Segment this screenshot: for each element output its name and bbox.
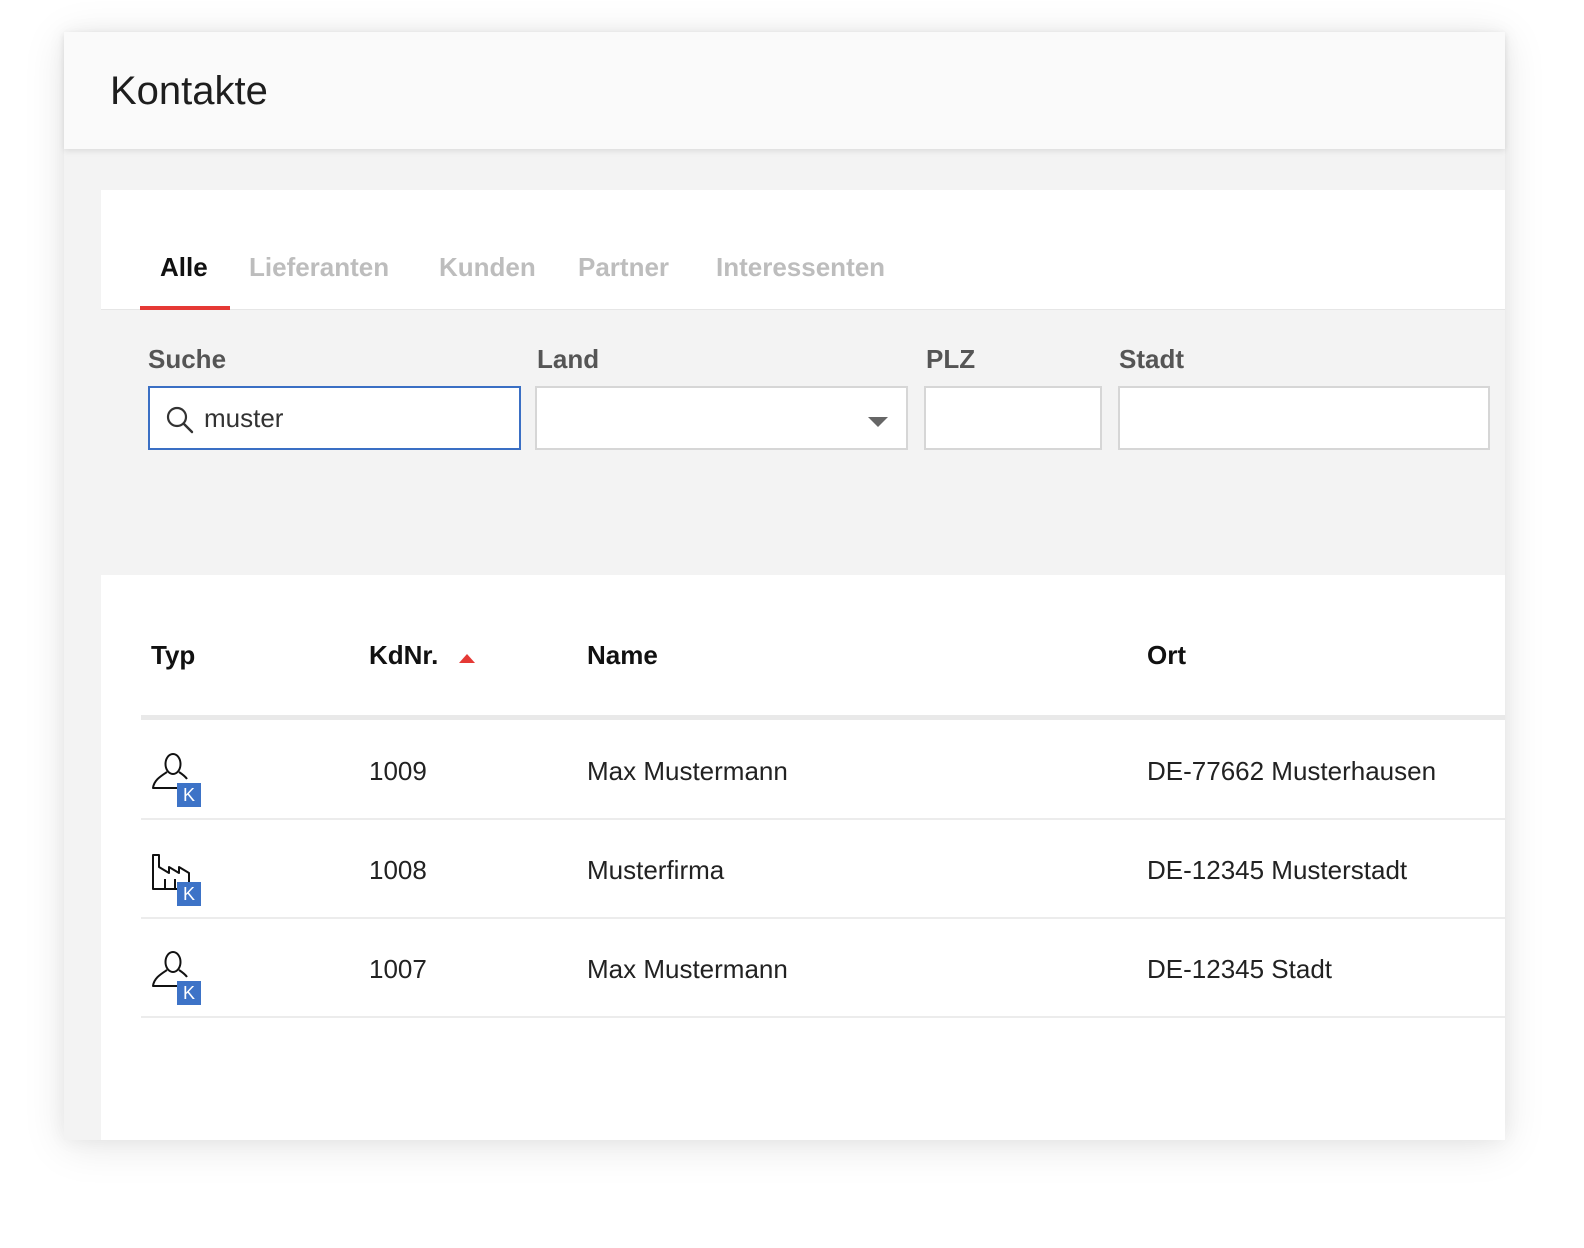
- column-header-name[interactable]: Name: [587, 640, 658, 671]
- ort-cell: DE-12345 Musterstadt: [1147, 855, 1408, 885]
- filter-bar: Suche Land PLZ Stadt: [101, 310, 1505, 575]
- customer-badge: K: [177, 783, 201, 807]
- table-row[interactable]: K 1009 Max Mustermann DE-77662 Musterhau…: [141, 720, 1505, 820]
- customer-badge: K: [177, 882, 201, 906]
- tab-bar: Alle Lieferanten Kunden Partner Interess…: [101, 190, 1505, 311]
- country-label: Land: [537, 344, 600, 374]
- tab-partner[interactable]: Partner: [578, 252, 669, 283]
- contacts-window: Kontakte Alle Lieferanten Kunden Partner…: [64, 32, 1505, 1140]
- city-field[interactable]: [1118, 386, 1490, 450]
- header-bar: Kontakte: [64, 32, 1505, 149]
- type-cell: K: [149, 849, 203, 909]
- search-field[interactable]: [148, 386, 521, 450]
- ort-cell: DE-77662 Musterhausen: [1147, 756, 1437, 786]
- chevron-down-icon[interactable]: [868, 417, 888, 427]
- sort-ascending-icon[interactable]: [459, 654, 475, 663]
- zip-field[interactable]: [924, 386, 1102, 450]
- type-cell: K: [149, 750, 203, 810]
- search-label: Suche: [148, 344, 227, 374]
- city-label: Stadt: [1119, 344, 1184, 374]
- name-cell: Musterfirma: [587, 855, 725, 885]
- name-cell: Max Mustermann: [587, 954, 788, 984]
- city-input[interactable]: [1132, 388, 1472, 448]
- search-input[interactable]: [204, 388, 504, 448]
- page-title: Kontakte: [110, 69, 268, 113]
- tab-alle[interactable]: Alle: [160, 252, 208, 283]
- search-icon: [166, 406, 194, 434]
- country-select[interactable]: [535, 386, 908, 450]
- kdnr-cell: 1008: [369, 855, 427, 885]
- zip-label: PLZ: [926, 344, 976, 374]
- tab-interessenten[interactable]: Interessenten: [716, 252, 885, 283]
- contacts-panel: Alle Lieferanten Kunden Partner Interess…: [101, 190, 1505, 1140]
- customer-badge: K: [177, 981, 201, 1005]
- kdnr-cell: 1009: [369, 756, 427, 786]
- type-cell: K: [149, 948, 203, 1008]
- kdnr-cell: 1007: [369, 954, 427, 984]
- table-row[interactable]: K 1007 Max Mustermann DE-12345 Stadt: [141, 918, 1505, 1018]
- tab-lieferanten[interactable]: Lieferanten: [249, 252, 389, 283]
- zip-input[interactable]: [938, 388, 1088, 448]
- tab-kunden[interactable]: Kunden: [439, 252, 536, 283]
- table-row[interactable]: K 1008 Musterfirma DE-12345 Musterstadt: [141, 819, 1505, 919]
- column-header-ort[interactable]: Ort: [1147, 640, 1186, 671]
- column-header-kdnr[interactable]: KdNr.: [369, 640, 438, 671]
- column-header-typ[interactable]: Typ: [151, 640, 195, 671]
- ort-cell: DE-12345 Stadt: [1147, 954, 1333, 984]
- name-cell: Max Mustermann: [587, 756, 788, 786]
